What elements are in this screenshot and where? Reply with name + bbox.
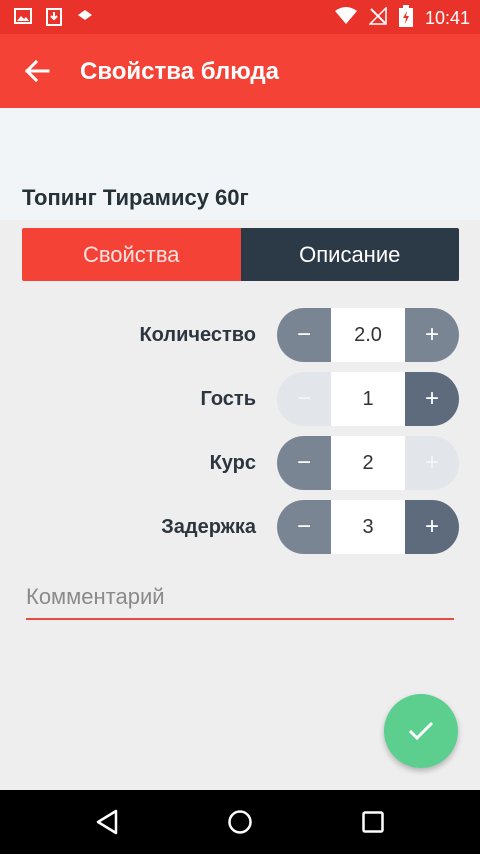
product-name: Топинг Тирамису 60г [22,185,249,210]
nav-home-button[interactable] [225,807,255,837]
delay-stepper: − 3 + [277,500,459,554]
course-stepper: − 2 + [277,436,459,490]
checkmark-icon [408,721,434,741]
arrow-left-icon [24,60,50,82]
delay-increment-button[interactable]: + [405,500,459,554]
tabs: Свойства Описание [22,228,459,281]
system-nav-bar [0,790,480,854]
circle-home-icon [228,810,252,834]
delay-label: Задержка [161,516,256,538]
quantity-row: Количество − 2.0 + [0,308,480,362]
tab-label: Описание [299,241,401,267]
course-value[interactable]: 2 [331,436,405,490]
product-panel: Топинг Тирамису 60г [0,108,480,220]
wifi-icon [334,7,357,30]
quantity-label: Количество [139,324,256,346]
quantity-stepper: − 2.0 + [277,308,459,362]
status-bar: 10:41 [0,0,480,34]
course-row: Курс − 2 + [0,436,480,490]
gallery-icon [14,8,32,31]
square-recents-icon [362,811,384,833]
battery-icon [398,5,413,32]
app-bar: Свойства блюда [0,34,480,108]
comment-input[interactable] [26,578,454,616]
tab-label: Свойства [82,241,180,267]
nav-back-button[interactable] [92,807,122,837]
notification-icon [76,8,94,31]
quantity-value[interactable]: 2.0 [331,308,405,362]
comment-field-wrapper [26,578,454,620]
guest-decrement-button[interactable]: − [277,372,331,426]
guest-stepper: − 1 + [277,372,459,426]
page-title: Свойства блюда [80,58,279,85]
course-decrement-button[interactable]: − [277,436,331,490]
tab-properties[interactable]: Свойства [22,228,241,281]
tab-description[interactable]: Описание [240,228,459,281]
delay-decrement-button[interactable]: − [277,500,331,554]
back-button[interactable] [22,56,52,86]
clock-time: 10:41 [424,8,470,28]
guest-row: Гость − 1 + [0,372,480,426]
delay-value[interactable]: 3 [331,500,405,554]
guest-increment-button[interactable]: + [405,372,459,426]
triangle-back-icon [96,809,118,835]
course-label: Курс [209,452,256,474]
course-increment-button[interactable]: + [405,436,459,490]
nav-recents-button[interactable] [358,807,388,837]
guest-label: Гость [200,388,256,410]
quantity-decrement-button[interactable]: − [277,308,331,362]
download-icon [46,8,62,31]
quantity-increment-button[interactable]: + [405,308,459,362]
guest-value[interactable]: 1 [331,372,405,426]
delay-row: Задержка − 3 + [0,500,480,554]
confirm-button[interactable] [384,694,458,768]
no-signal-icon [368,6,387,30]
